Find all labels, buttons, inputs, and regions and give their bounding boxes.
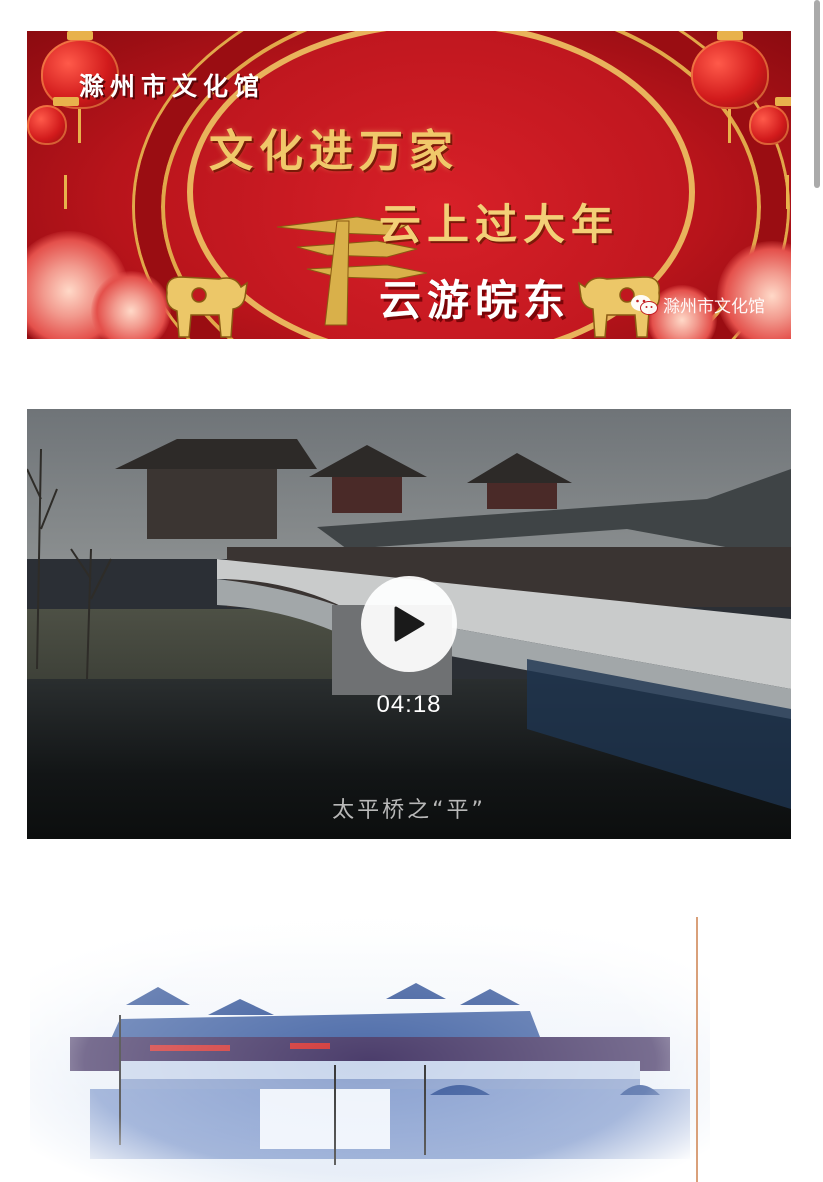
- golden-ox-icon: [165, 276, 248, 338]
- lantern-right-small-icon: [749, 97, 791, 209]
- video-subtitle: 太平桥之“平”: [332, 798, 486, 823]
- lantern-left-small-icon: [27, 97, 79, 209]
- banner-org-title: 滁州市文化馆: [79, 72, 266, 101]
- article-banner-image: 滁州市文化馆 文化进万家 云上过大年 云游皖东 滁州市文化馆: [27, 31, 791, 339]
- play-icon: [394, 606, 425, 642]
- banner-headline-1: 文化进万家: [209, 126, 459, 177]
- video-player[interactable]: 04:18 太平桥之“平”: [27, 409, 791, 839]
- play-button[interactable]: [361, 576, 457, 672]
- page-scrollbar[interactable]: [814, 0, 820, 188]
- watermark-text: 滁州市文化馆: [663, 297, 765, 317]
- photo-divider-line: [696, 917, 698, 1182]
- bridge-photo-image: [30, 915, 710, 1182]
- banner-headline-3: 云游皖东: [379, 276, 572, 325]
- lantern-right-icon: [691, 31, 769, 143]
- article-bridge-photo: [30, 915, 710, 1182]
- banner-headline-2: 云上过大年: [379, 200, 620, 249]
- video-duration: 04:18: [376, 691, 442, 718]
- wechat-icon: [631, 294, 658, 315]
- banner-watermark: 滁州市文化馆: [630, 292, 765, 317]
